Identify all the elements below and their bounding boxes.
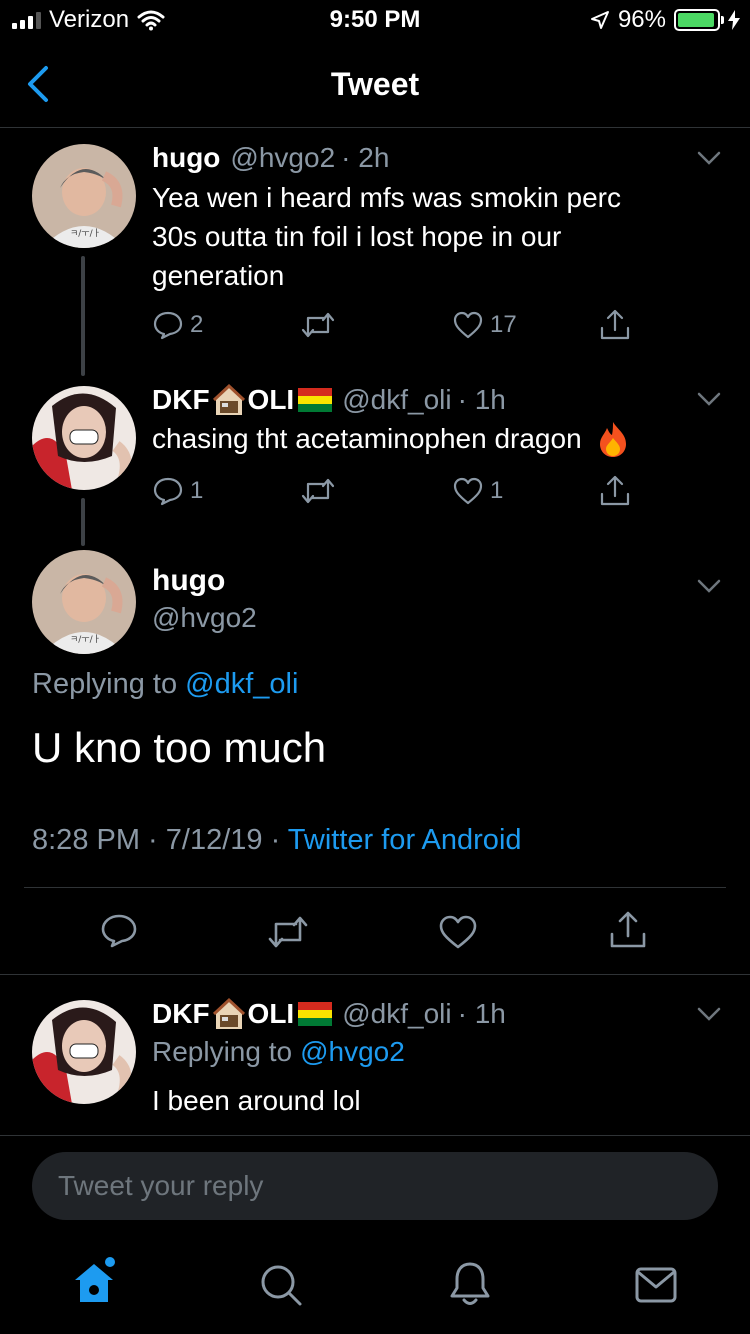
retweet-icon[interactable]	[266, 914, 310, 950]
replying-to: Replying to @dkf_oli	[32, 668, 298, 701]
author-handle[interactable]: @hvgo2	[152, 602, 257, 634]
author-name-part[interactable]: OLI	[248, 384, 295, 416]
divider	[0, 974, 750, 975]
tweet-age: · 1h	[457, 384, 506, 415]
reply-button[interactable]: 1	[152, 476, 203, 506]
chevron-down-icon[interactable]	[697, 391, 721, 407]
house-emoji-icon	[212, 383, 245, 415]
reply-input[interactable]: Tweet your reply	[32, 1152, 718, 1220]
tweet-text: chasing tht acetaminophen dragon	[152, 423, 582, 454]
reply-icon	[153, 477, 183, 506]
tweet-meta: 8:28 PM · 7/12/19 · Twitter for Android	[32, 824, 522, 857]
author-name-part[interactable]: DKF	[152, 384, 210, 416]
retweet-button[interactable]	[300, 310, 342, 340]
chevron-down-icon[interactable]	[697, 1006, 721, 1022]
battery-percent: 96%	[617, 6, 666, 33]
divider	[0, 1135, 750, 1136]
author-handle[interactable]: @dkf_oli	[342, 998, 451, 1030]
tweet-timestamp: 8:28 PM · 7/12/19 ·	[32, 824, 281, 856]
svg-text:ㅋ/ㅜ/ㅏ: ㅋ/ㅜ/ㅏ	[70, 634, 101, 645]
retweet-button[interactable]	[300, 476, 342, 506]
bottom-tab-bar	[0, 1240, 750, 1334]
like-button[interactable]: 17	[452, 310, 517, 340]
thread-connector	[81, 256, 85, 376]
reply-count: 1	[190, 477, 204, 504]
author-name[interactable]: hugo	[152, 142, 220, 174]
replying-prefix: Replying to	[32, 668, 178, 700]
replying-handle-link[interactable]: @hvgo2	[300, 1036, 405, 1068]
status-bar: Verizon 9:50 PM 96%	[0, 0, 750, 40]
tweet-age: · 2h	[341, 142, 390, 173]
avatar-hugo[interactable]: ㅋ/ㅜ/ㅏ	[32, 550, 136, 654]
avatar-hugo[interactable]: ㅋ/ㅜ/ㅏ	[32, 144, 136, 248]
like-icon	[453, 477, 483, 505]
replying-prefix: Replying to	[152, 1036, 293, 1067]
share-icon	[600, 475, 630, 506]
author-name-part[interactable]: DKF	[152, 998, 210, 1030]
notifications-icon[interactable]	[448, 1260, 492, 1308]
avatar-dkf-oli[interactable]	[32, 386, 136, 490]
share-button[interactable]	[598, 308, 632, 342]
retweet-icon	[301, 312, 335, 338]
like-count: 1	[490, 477, 504, 504]
svg-text:ㅋ/ㅜ/ㅏ: ㅋ/ㅜ/ㅏ	[70, 228, 101, 239]
page-title: Tweet	[330, 66, 420, 102]
tweet-text: I been around lol	[152, 1085, 361, 1116]
like-count: 17	[490, 311, 517, 338]
chevron-down-icon[interactable]	[697, 578, 721, 594]
replying-to: Replying to @hvgo2	[152, 1036, 405, 1068]
reply-icon[interactable]	[100, 912, 138, 950]
like-button[interactable]: 1	[452, 476, 503, 506]
share-button[interactable]	[598, 474, 632, 508]
share-icon	[600, 309, 630, 340]
thread-connector	[81, 498, 85, 546]
tweet-age: · 1h	[457, 998, 506, 1029]
retweet-icon	[301, 478, 335, 504]
reply-icon	[153, 311, 183, 340]
tweet-source-link[interactable]: Twitter for Android	[288, 824, 522, 856]
chevron-down-icon[interactable]	[697, 150, 721, 166]
author-name-part[interactable]: OLI	[248, 998, 295, 1030]
tweet-text-line: Yea wen i heard mfs was smokin perc	[152, 182, 621, 213]
bolivia-flag-icon	[298, 388, 333, 412]
charging-icon	[728, 10, 740, 30]
like-icon	[453, 311, 483, 339]
tweet-text: Yea wen i heard mfs was smokin perc 30s …	[152, 178, 712, 295]
tweet-text-line: generation	[152, 260, 285, 291]
avatar-dkf-oli[interactable]	[32, 1000, 136, 1104]
house-emoji-icon	[212, 997, 245, 1029]
main-tweet-text: U kno too much	[32, 724, 327, 771]
reply-input-placeholder: Tweet your reply	[58, 1170, 264, 1201]
fire-emoji-icon	[599, 422, 626, 457]
battery-icon	[674, 9, 724, 31]
home-icon[interactable]	[72, 1254, 120, 1306]
nav-header: Tweet	[0, 40, 750, 128]
messages-icon[interactable]	[634, 1266, 678, 1304]
reply-button[interactable]: 2	[152, 310, 203, 340]
reply-count: 2	[190, 311, 204, 338]
location-icon	[590, 11, 609, 29]
divider	[24, 887, 726, 888]
search-icon[interactable]	[258, 1262, 304, 1308]
share-icon[interactable]	[608, 910, 648, 950]
bolivia-flag-icon	[298, 1002, 333, 1026]
like-icon[interactable]	[438, 914, 478, 950]
author-handle[interactable]: @hvgo2	[230, 142, 335, 174]
author-name[interactable]: hugo	[152, 564, 225, 598]
replying-handle-link[interactable]: @dkf_oli	[185, 668, 298, 700]
tweet-text-line: 30s outta tin foil i lost hope in our	[152, 221, 562, 252]
author-handle[interactable]: @dkf_oli	[342, 384, 451, 416]
